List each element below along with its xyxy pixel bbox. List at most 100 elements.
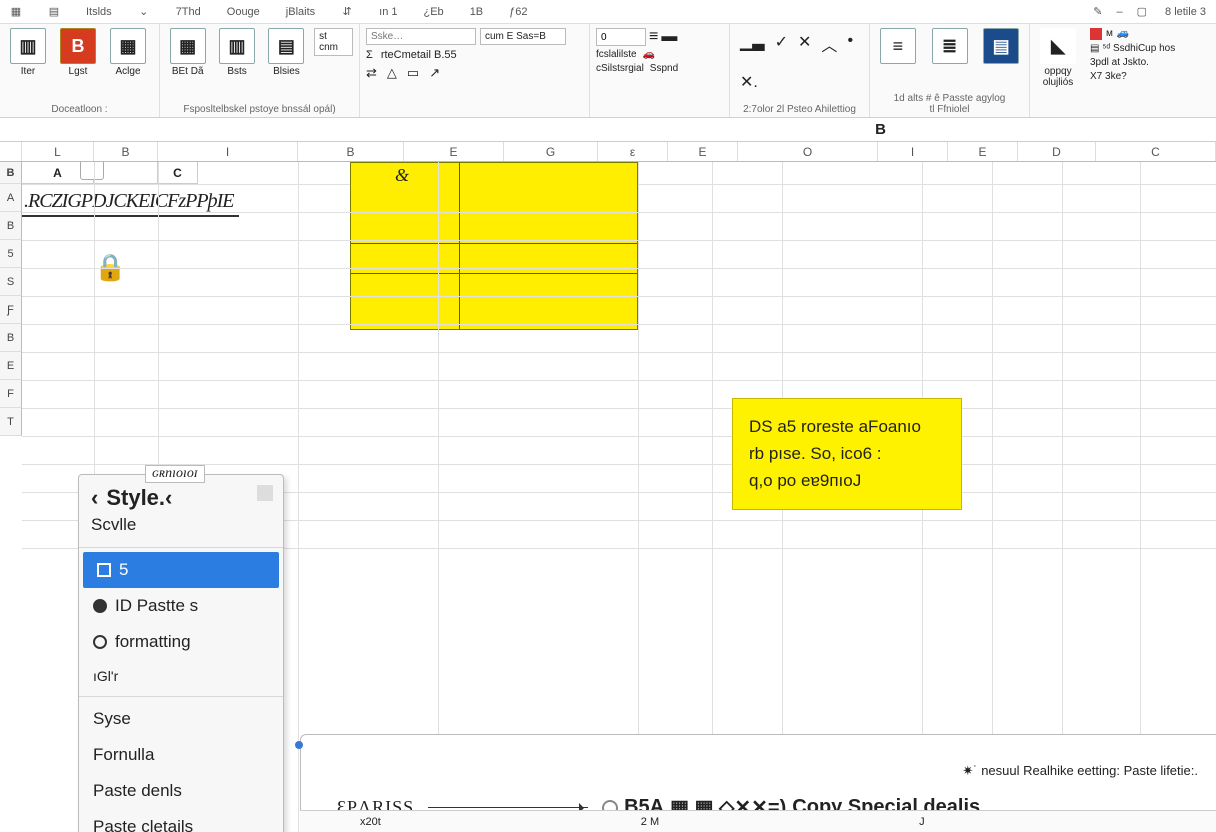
draw-icon[interactable]: ✎ <box>1093 5 1102 18</box>
col-B[interactable]: B <box>94 142 158 161</box>
highlighted-range[interactable]: & <box>350 162 638 330</box>
ribbon-mini-cnm[interactable]: st cnm <box>314 28 353 56</box>
rh-6[interactable]: B <box>0 324 22 352</box>
check-icon[interactable]: ✓ <box>775 32 788 52</box>
shape-btn[interactable]: ◣oppqy olujliós <box>1036 28 1080 88</box>
rh-1[interactable]: A <box>0 184 22 212</box>
chart-icon[interactable]: ▁▃ <box>740 32 765 52</box>
car2-icon[interactable]: 🚙 <box>1117 28 1129 40</box>
close-icon[interactable]: ✕ <box>798 32 811 52</box>
up-icon[interactable]: ︿ <box>821 32 837 56</box>
g7-b3[interactable]: ▤ ⁵ᵈ SsdhiCup hos <box>1090 43 1175 54</box>
col-D[interactable]: D <box>1018 142 1096 161</box>
rh-9[interactable]: T <box>0 408 22 436</box>
sigma-icon[interactable]: Σ <box>366 49 373 61</box>
tab-7[interactable]: ƒ62 <box>505 4 531 20</box>
chevron-down-icon[interactable]: ⌄ <box>134 5 154 18</box>
note-line-3: q,o po еɐ9пıоJ <box>749 467 945 494</box>
rh-7[interactable]: E <box>0 352 22 380</box>
col-eps[interactable]: ε <box>598 142 668 161</box>
col-E2[interactable]: E <box>668 142 738 161</box>
ctx-item-igr[interactable]: ıGl'r <box>79 660 283 692</box>
chevron-left-icon[interactable]: ‹ <box>91 485 98 511</box>
col-B2[interactable]: B <box>298 142 404 161</box>
ico-d[interactable]: ↗ <box>429 65 440 81</box>
col-E[interactable]: E <box>404 142 504 161</box>
dot-icon: • <box>847 32 853 50</box>
ctx-close[interactable] <box>257 485 273 501</box>
select-all[interactable] <box>0 142 22 161</box>
col-G[interactable]: G <box>504 142 598 161</box>
ctx-item-pastes[interactable]: ID Pastte s <box>79 588 283 624</box>
group-caption-2: Fsposltelbskel pstoye bnssál opál) <box>166 104 353 115</box>
subh-C[interactable]: C <box>158 162 198 184</box>
rh-2[interactable]: B <box>0 212 22 240</box>
status-c: J <box>919 816 925 828</box>
tab-2[interactable]: Oouge <box>223 4 264 20</box>
ribbon-line2: rteCmetail B.55 <box>381 49 457 61</box>
col-I2[interactable]: I <box>878 142 948 161</box>
rh-4[interactable]: S <box>0 268 22 296</box>
ribbon-btn-lgst[interactable]: BLgst <box>56 28 100 77</box>
menu-icon[interactable]: ≡ <box>649 28 658 46</box>
ribbon-btn-iter[interactable]: ▥Iter <box>6 28 50 77</box>
tab-strip: ▦ ▤ Itslds ⌄ 7Thd Oouge jBlaits ⇵ ın 1 ¿… <box>0 0 1216 24</box>
ctx-item-pastedetails[interactable]: Paste cletails <box>79 809 283 832</box>
tab-5[interactable]: ¿Eb <box>420 4 448 20</box>
ctx-item-pastedenls[interactable]: Paste denls <box>79 773 283 809</box>
rh-3[interactable]: 5 <box>0 240 22 268</box>
ribbon-search-r: cum E Sas=B <box>480 28 566 45</box>
ribbon-btn-bet[interactable]: ▦BEt Dã <box>166 28 209 77</box>
ico-a[interactable]: ⇄ <box>366 65 377 81</box>
group-caption-5: 2:7olor 2l Psteo Ahilettiog <box>736 104 863 115</box>
ctx-item-formula[interactable]: Fornulla <box>79 737 283 773</box>
col-L[interactable]: L <box>22 142 94 161</box>
ctx-item-formatting[interactable]: formatting <box>79 624 283 660</box>
ribbon-btn-aclge[interactable]: ▦Aclge <box>106 28 150 77</box>
align-c-btn[interactable]: ≣ <box>928 28 972 64</box>
col-E3[interactable]: E <box>948 142 1018 161</box>
red-swatch[interactable] <box>1090 28 1102 40</box>
align-l-btn[interactable]: ≡ <box>876 28 920 64</box>
ribbon-btn-bsts[interactable]: ▥Bsts <box>215 28 258 77</box>
spreadsheet-grid[interactable]: B A B 5 S Ƒ B E F T A C /*placeholder*/ … <box>0 162 1216 832</box>
box-icon[interactable]: ▢ <box>1137 5 1147 18</box>
rh-8[interactable]: F <box>0 380 22 408</box>
ico-c[interactable]: ▭ <box>407 65 419 81</box>
align-icon[interactable]: ⇵ <box>337 5 357 18</box>
tab-0[interactable]: Itslds <box>82 4 116 20</box>
ribbon-btn-blsies[interactable]: ▤Blsies <box>265 28 308 77</box>
g7-b2: 3pdl at Jskto. <box>1090 57 1175 68</box>
tab-6[interactable]: 1B <box>466 4 487 20</box>
cell-handle[interactable] <box>80 162 104 180</box>
col-O[interactable]: O <box>738 142 878 161</box>
g7-b4: X7 3ke? <box>1090 71 1175 82</box>
tab-3[interactable]: jBlaits <box>282 4 319 20</box>
rh-0[interactable]: B <box>0 162 22 184</box>
column-headers: L B I B E G ε E O I E D C <box>0 142 1216 162</box>
ctx-item-syse[interactable]: Syse <box>79 701 283 737</box>
x2-icon[interactable]: ✕. <box>740 72 758 92</box>
comment-note[interactable]: DS a5 roreste aFоanıo rb pıse. Ѕo, iсо6 … <box>732 398 962 510</box>
col-C[interactable]: C <box>1096 142 1216 161</box>
rh-5[interactable]: Ƒ <box>0 296 22 324</box>
name-box-bar: B <box>0 118 1216 142</box>
ico-b[interactable]: △ <box>387 65 397 81</box>
active-cell-ref: B <box>875 121 886 138</box>
ribbon-numbox[interactable] <box>596 28 646 46</box>
ribbon-search[interactable] <box>366 28 476 45</box>
tab-1[interactable]: 7Thd <box>172 4 205 20</box>
g4-l1[interactable]: fcslalilste <box>596 49 637 60</box>
m-icon: ᴍ <box>1106 28 1113 40</box>
tab-4[interactable]: ın 1 <box>375 4 401 20</box>
col-I[interactable]: I <box>158 142 298 161</box>
ctx-item-5[interactable]: 5 <box>83 552 279 588</box>
car-icon[interactable]: 🚗 <box>643 49 655 60</box>
panel-handle[interactable] <box>295 741 303 749</box>
group-caption-6: 1d alts # ê Passte agylogtl Ffniolel <box>876 93 1023 115</box>
new-icon[interactable]: ▤ <box>44 5 64 18</box>
align-r-btn[interactable]: ▤ <box>979 28 1023 64</box>
right-label[interactable]: 8 letile 3 <box>1161 4 1210 20</box>
ctx-sub: Scvlle <box>79 513 283 543</box>
g4-l2[interactable]: cSilstsrgial <box>596 63 644 74</box>
